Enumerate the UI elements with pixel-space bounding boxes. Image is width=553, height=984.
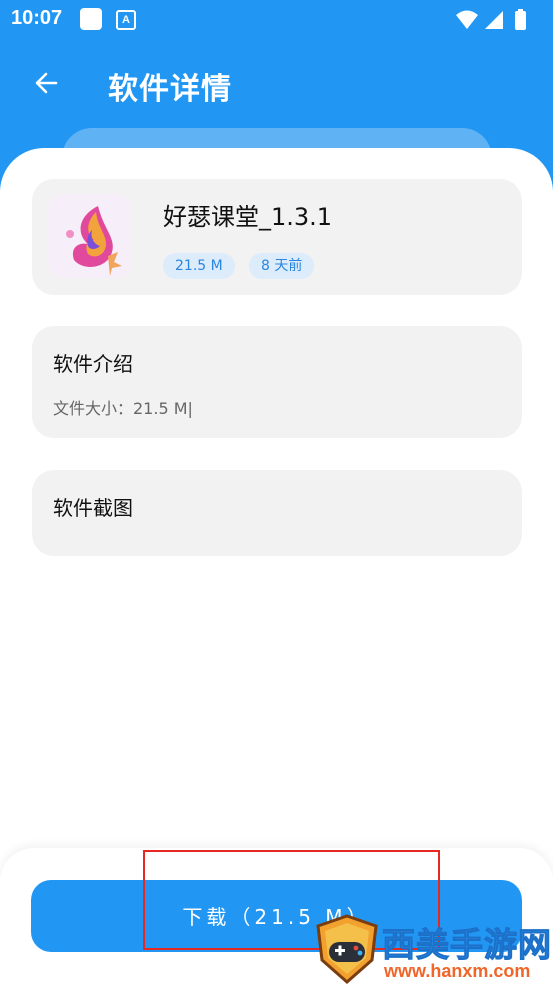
notification-a-icon: A (116, 10, 136, 30)
signal-icon (485, 11, 503, 29)
status-time: 10:07 (11, 7, 63, 29)
app-name: 好瑟课堂_1.3.1 (163, 203, 333, 231)
app-info-card: 好瑟课堂_1.3.1 21.5 M 8 天前 (32, 179, 522, 295)
app-logo-icon (48, 194, 132, 278)
battery-icon (515, 9, 526, 30)
wifi-icon (456, 10, 478, 29)
watermark-url: www.hanxm.com (384, 961, 531, 981)
screenshots-title: 软件截图 (53, 496, 133, 520)
app-size-tag: 21.5 M (163, 253, 235, 279)
app-time-tag: 8 天前 (249, 253, 315, 279)
game-controller-shield-icon (316, 914, 378, 984)
system-status-icons (456, 9, 526, 30)
page-title: 软件详情 (108, 72, 232, 107)
notification-square-icon (80, 8, 102, 30)
intro-title: 软件介绍 (53, 352, 133, 376)
back-arrow-icon[interactable] (30, 66, 64, 100)
intro-file-size: 文件大小：21.5 M| (53, 399, 193, 418)
intro-card: 软件介绍 文件大小：21.5 M| (32, 326, 522, 438)
watermark-site-name: 西美手游网 (382, 925, 552, 965)
screenshots-card: 软件截图 (32, 470, 522, 556)
status-bar: 10:07 A (0, 0, 553, 40)
